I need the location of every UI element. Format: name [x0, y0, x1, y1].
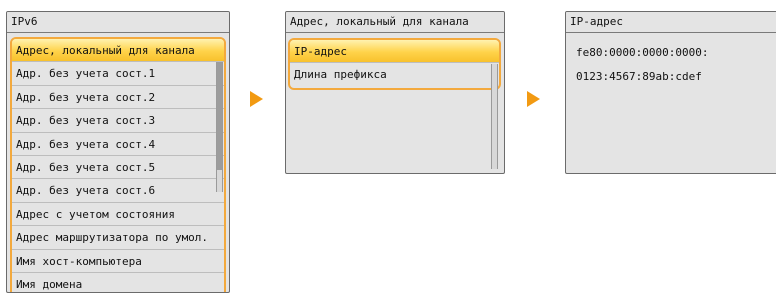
ip-address-line-1: fe80:0000:0000:0000:: [576, 46, 709, 59]
menu-item-domain-name[interactable]: Имя домена: [12, 273, 224, 292]
menu-item-stateless-address-3[interactable]: Адр. без учета сост.3: [12, 109, 224, 133]
scrollbar[interactable]: [216, 62, 223, 192]
right-arrow-icon: [527, 91, 540, 107]
ip-address-screen: IP-адрес fe80:0000:0000:0000: 0123:4567:…: [565, 11, 776, 174]
screen-title: IPv6: [7, 12, 229, 33]
menu-item-prefix-length[interactable]: Длина префикса: [290, 63, 499, 86]
scrollbar[interactable]: [491, 64, 498, 169]
menu-item-stateless-address-4[interactable]: Адр. без учета сост.4: [12, 133, 224, 156]
menu-item-stateless-address-5[interactable]: Адр. без учета сост.5: [12, 156, 224, 180]
ip-address-display: fe80:0000:0000:0000: 0123:4567:89ab:cdef: [566, 33, 776, 89]
menu-item-default-router-address[interactable]: Адрес маршрутизатора по умол.: [12, 226, 224, 250]
screen-title: IP-адрес: [566, 12, 776, 33]
ipv6-options-list: Адрес, локальный для канала Адр. без уче…: [10, 37, 226, 292]
menu-item-stateless-address-1[interactable]: Адр. без учета сост.1: [12, 62, 224, 86]
menu-item-stateless-address-6[interactable]: Адр. без учета сост.6: [12, 179, 224, 203]
ipv6-menu-screen: IPv6 Адрес, локальный для канала Адр. бе…: [6, 11, 230, 293]
menu-item-stateless-address-2[interactable]: Адр. без учета сост.2: [12, 86, 224, 110]
link-local-options-list: IP-адрес Длина префикса: [288, 38, 501, 90]
screen-title: Адрес, локальный для канала: [286, 12, 504, 33]
menu-item-host-name[interactable]: Имя хост-компьютера: [12, 250, 224, 273]
menu-item-stateful-address[interactable]: Адрес с учетом состояния: [12, 203, 224, 227]
ip-address-line-2: 0123:4567:89ab:cdef: [576, 70, 702, 83]
menu-item-link-local-address[interactable]: Адрес, локальный для канала: [12, 39, 224, 63]
link-local-address-screen: Адрес, локальный для канала IP-адрес Дли…: [285, 11, 505, 174]
menu-item-ip-address[interactable]: IP-адрес: [290, 40, 499, 64]
scrollbar-thumb[interactable]: [217, 62, 222, 170]
right-arrow-icon: [250, 91, 263, 107]
